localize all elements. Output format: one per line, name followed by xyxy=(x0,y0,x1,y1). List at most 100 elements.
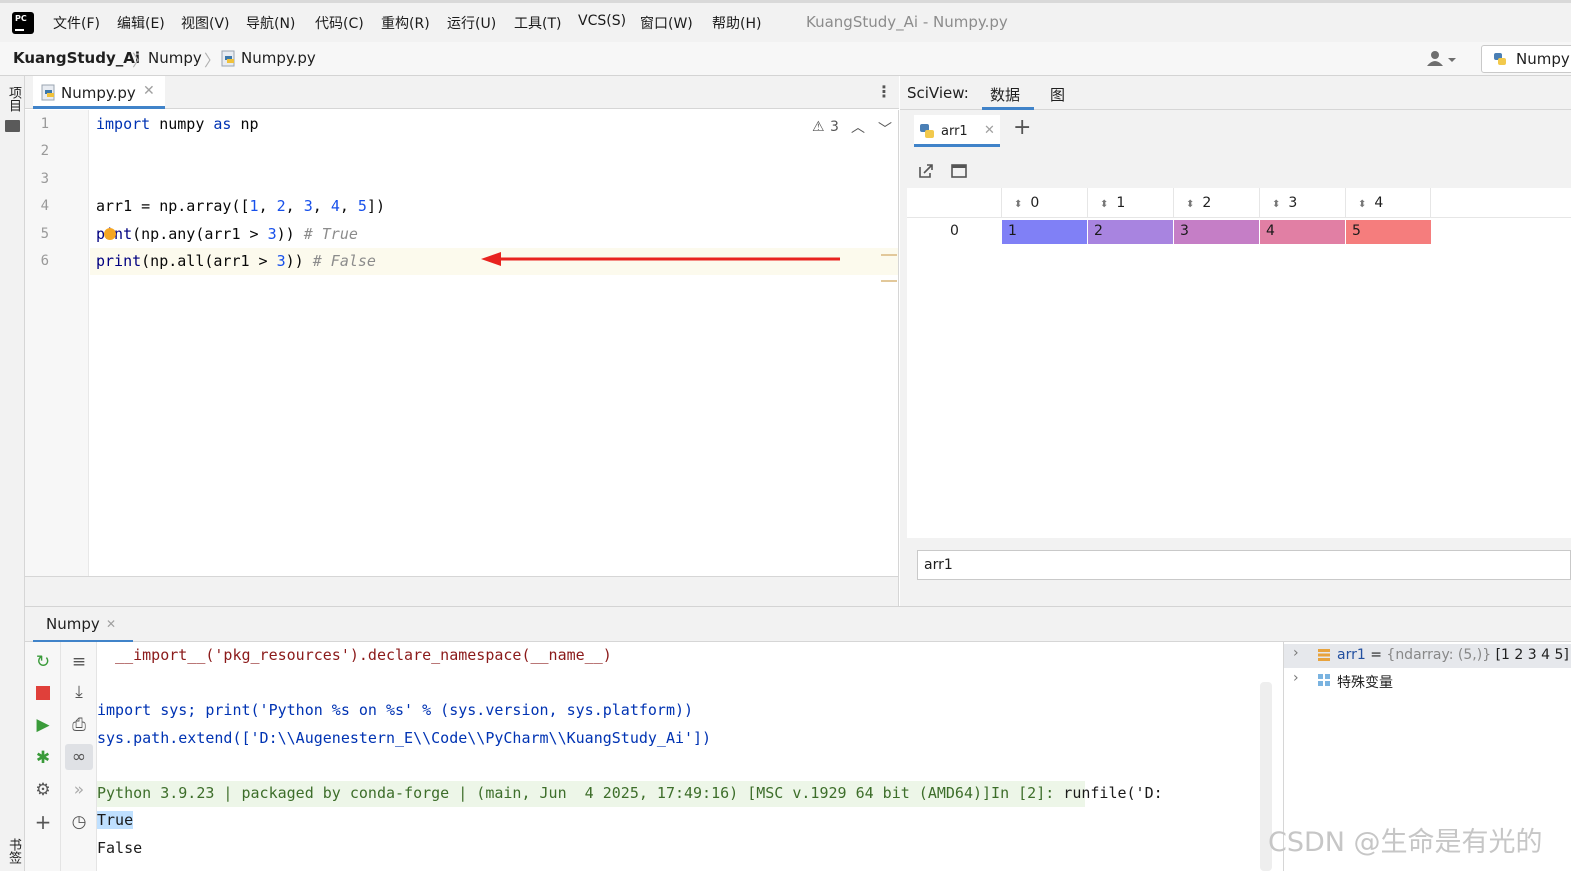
line-number: 4 xyxy=(40,198,49,214)
add-icon[interactable]: + xyxy=(33,812,53,832)
column-header[interactable]: ⬍ 0 xyxy=(1001,188,1087,218)
editor-footer xyxy=(25,576,899,606)
close-icon[interactable]: ✕ xyxy=(984,123,995,138)
expand-arrow-icon[interactable]: › xyxy=(1293,645,1299,661)
folder-icon[interactable] xyxy=(5,120,20,132)
python-icon xyxy=(1492,51,1508,67)
grid-cell[interactable]: 2 xyxy=(1088,220,1173,244)
grid-cell[interactable]: 1 xyxy=(1002,220,1087,244)
column-header-label: 1 xyxy=(1116,195,1126,211)
breadcrumb-file[interactable]: Numpy.py xyxy=(241,49,316,67)
menu-tools[interactable]: 工具(T) xyxy=(514,13,561,33)
sort-icon: ⬍ xyxy=(1100,199,1109,210)
menu-run[interactable]: 运行(U) xyxy=(447,13,496,33)
bookmarks-tool-button[interactable]: 书签 xyxy=(5,838,21,864)
grid-cell[interactable]: 4 xyxy=(1260,220,1345,244)
breadcrumb-project[interactable]: KuangStudy_Ai xyxy=(13,49,140,67)
tab-data[interactable]: 数据 xyxy=(982,82,1034,110)
console-input: runfile('D: xyxy=(1063,784,1163,802)
scroll-to-end-icon[interactable]: ⤓ xyxy=(69,682,89,702)
code-text: (np.all(arr1 > xyxy=(141,252,277,270)
breadcrumb: KuangStudy_Ai 〉 Numpy 〉 Numpy.py Numpy xyxy=(0,42,1571,76)
print-icon[interactable]: ⎙ xyxy=(69,715,89,735)
project-tool-button[interactable]: 项目 xyxy=(5,86,21,112)
line-number: 5 xyxy=(40,226,49,242)
annotation-arrow-icon xyxy=(481,252,840,266)
run-icon[interactable]: ▶ xyxy=(33,715,53,735)
column-header[interactable]: ⬍ 3 xyxy=(1259,188,1345,218)
menu-code[interactable]: 代码(C) xyxy=(315,13,364,33)
run-config-selector[interactable]: Numpy xyxy=(1481,45,1571,73)
special-variables-label[interactable]: 特殊变量 xyxy=(1337,672,1393,692)
code-text: )) xyxy=(276,225,295,243)
expand-arrow-icon[interactable]: › xyxy=(1293,670,1299,686)
column-header-label: 0 xyxy=(1030,195,1040,211)
comment: # True xyxy=(294,225,358,243)
sort-icon: ⬍ xyxy=(1358,199,1367,210)
view-expression-input[interactable]: arr1 xyxy=(917,550,1571,580)
previous-highlight-icon[interactable]: ︿ xyxy=(851,117,865,137)
settings-icon[interactable]: ⚙ xyxy=(33,780,53,800)
tab-data-label: 数据 xyxy=(990,86,1021,104)
account-icon[interactable] xyxy=(1426,50,1460,68)
debug-icon[interactable]: ✱ xyxy=(33,748,53,768)
column-header[interactable]: ⬍ 1 xyxy=(1087,188,1173,218)
tab-numpy-py[interactable]: Numpy.py ✕ xyxy=(33,76,165,109)
tab-arr1[interactable]: arr1 ✕ xyxy=(914,115,1000,147)
python-console[interactable]: __import__('pkg_resources').declare_name… xyxy=(97,642,1275,871)
soft-wrap-icon[interactable]: ≡ xyxy=(69,652,89,672)
close-icon[interactable]: ✕ xyxy=(106,617,116,631)
code-text: , xyxy=(312,197,331,215)
menu-help[interactable]: 帮助(H) xyxy=(712,13,761,33)
sort-icon: ⬍ xyxy=(1014,199,1023,210)
menu-vcs[interactable]: VCS(S) xyxy=(578,13,626,29)
number-literal: 3 xyxy=(267,225,277,243)
open-in-editor-icon[interactable] xyxy=(917,162,935,180)
line-number: 6 xyxy=(40,253,49,269)
intention-bulb-icon[interactable] xyxy=(104,228,117,240)
menu-navigate[interactable]: 导航(N) xyxy=(246,13,295,33)
stop-icon[interactable] xyxy=(36,686,50,700)
code-line-1: import numpy as np xyxy=(96,115,259,137)
menu-window[interactable]: 窗口(W) xyxy=(640,13,693,33)
keyword: as xyxy=(213,115,232,133)
next-highlight-icon[interactable]: ﹀ xyxy=(878,119,892,139)
row-index: 0 xyxy=(950,223,959,239)
more-options-icon[interactable]: ⋮ xyxy=(876,82,892,101)
tab-plots[interactable]: 图 xyxy=(1050,84,1065,105)
line-number: 3 xyxy=(40,171,49,187)
history-icon[interactable]: ◷ xyxy=(69,812,89,832)
menu-edit[interactable]: 编辑(E) xyxy=(117,13,165,33)
line-number: 2 xyxy=(40,143,49,159)
run-config-label: Numpy xyxy=(1516,50,1570,68)
variable-name: arr1 xyxy=(1337,647,1366,663)
add-tab-button[interactable]: + xyxy=(1013,115,1031,140)
close-icon[interactable]: ✕ xyxy=(143,83,155,99)
menu-refactor[interactable]: 重构(R) xyxy=(381,13,430,33)
code-text: , xyxy=(285,197,304,215)
python-icon xyxy=(918,122,936,140)
rerun-icon[interactable]: ↻ xyxy=(33,652,53,672)
number-literal: 5 xyxy=(357,197,367,215)
data-grid[interactable]: ⬍ 0 ⬍ 1 ⬍ 2 ⬍ 3 ⬍ 4 0 1 2 3 4 5 xyxy=(907,188,1571,538)
menu-view[interactable]: 视图(V) xyxy=(181,13,230,33)
breadcrumb-separator-icon: 〉 xyxy=(204,51,221,70)
window-icon[interactable] xyxy=(950,162,968,180)
tab-label: Numpy.py xyxy=(61,84,136,102)
console-line: sys.path.extend(['D:\\Augenestern_E\\Cod… xyxy=(97,729,712,747)
grid-cell[interactable]: 5 xyxy=(1346,220,1431,244)
warning-icon[interactable]: ⚠ xyxy=(812,119,825,135)
breadcrumb-folder[interactable]: Numpy xyxy=(148,49,202,67)
code-editor[interactable]: 1 2 3 4 5 6 import numpy as np arr1 = np… xyxy=(25,110,899,576)
menu-file[interactable]: 文件(F) xyxy=(53,13,100,33)
column-header[interactable]: ⬍ 2 xyxy=(1173,188,1259,218)
tab-console-numpy[interactable]: Numpy ✕ xyxy=(33,611,133,643)
console-output-selected: True xyxy=(97,811,134,829)
code-line-5: p int(np.any(arr1 > 3)) # True xyxy=(96,225,358,247)
column-header-label: 3 xyxy=(1288,195,1298,211)
code-text: ]) xyxy=(366,197,385,215)
column-header[interactable]: ⬍ 4 xyxy=(1345,188,1431,218)
console-toolbar: ↻ ▶ ✱ ⚙ + xyxy=(25,642,61,871)
history-forward-icon[interactable]: » xyxy=(69,780,89,800)
grid-cell[interactable]: 3 xyxy=(1174,220,1259,244)
